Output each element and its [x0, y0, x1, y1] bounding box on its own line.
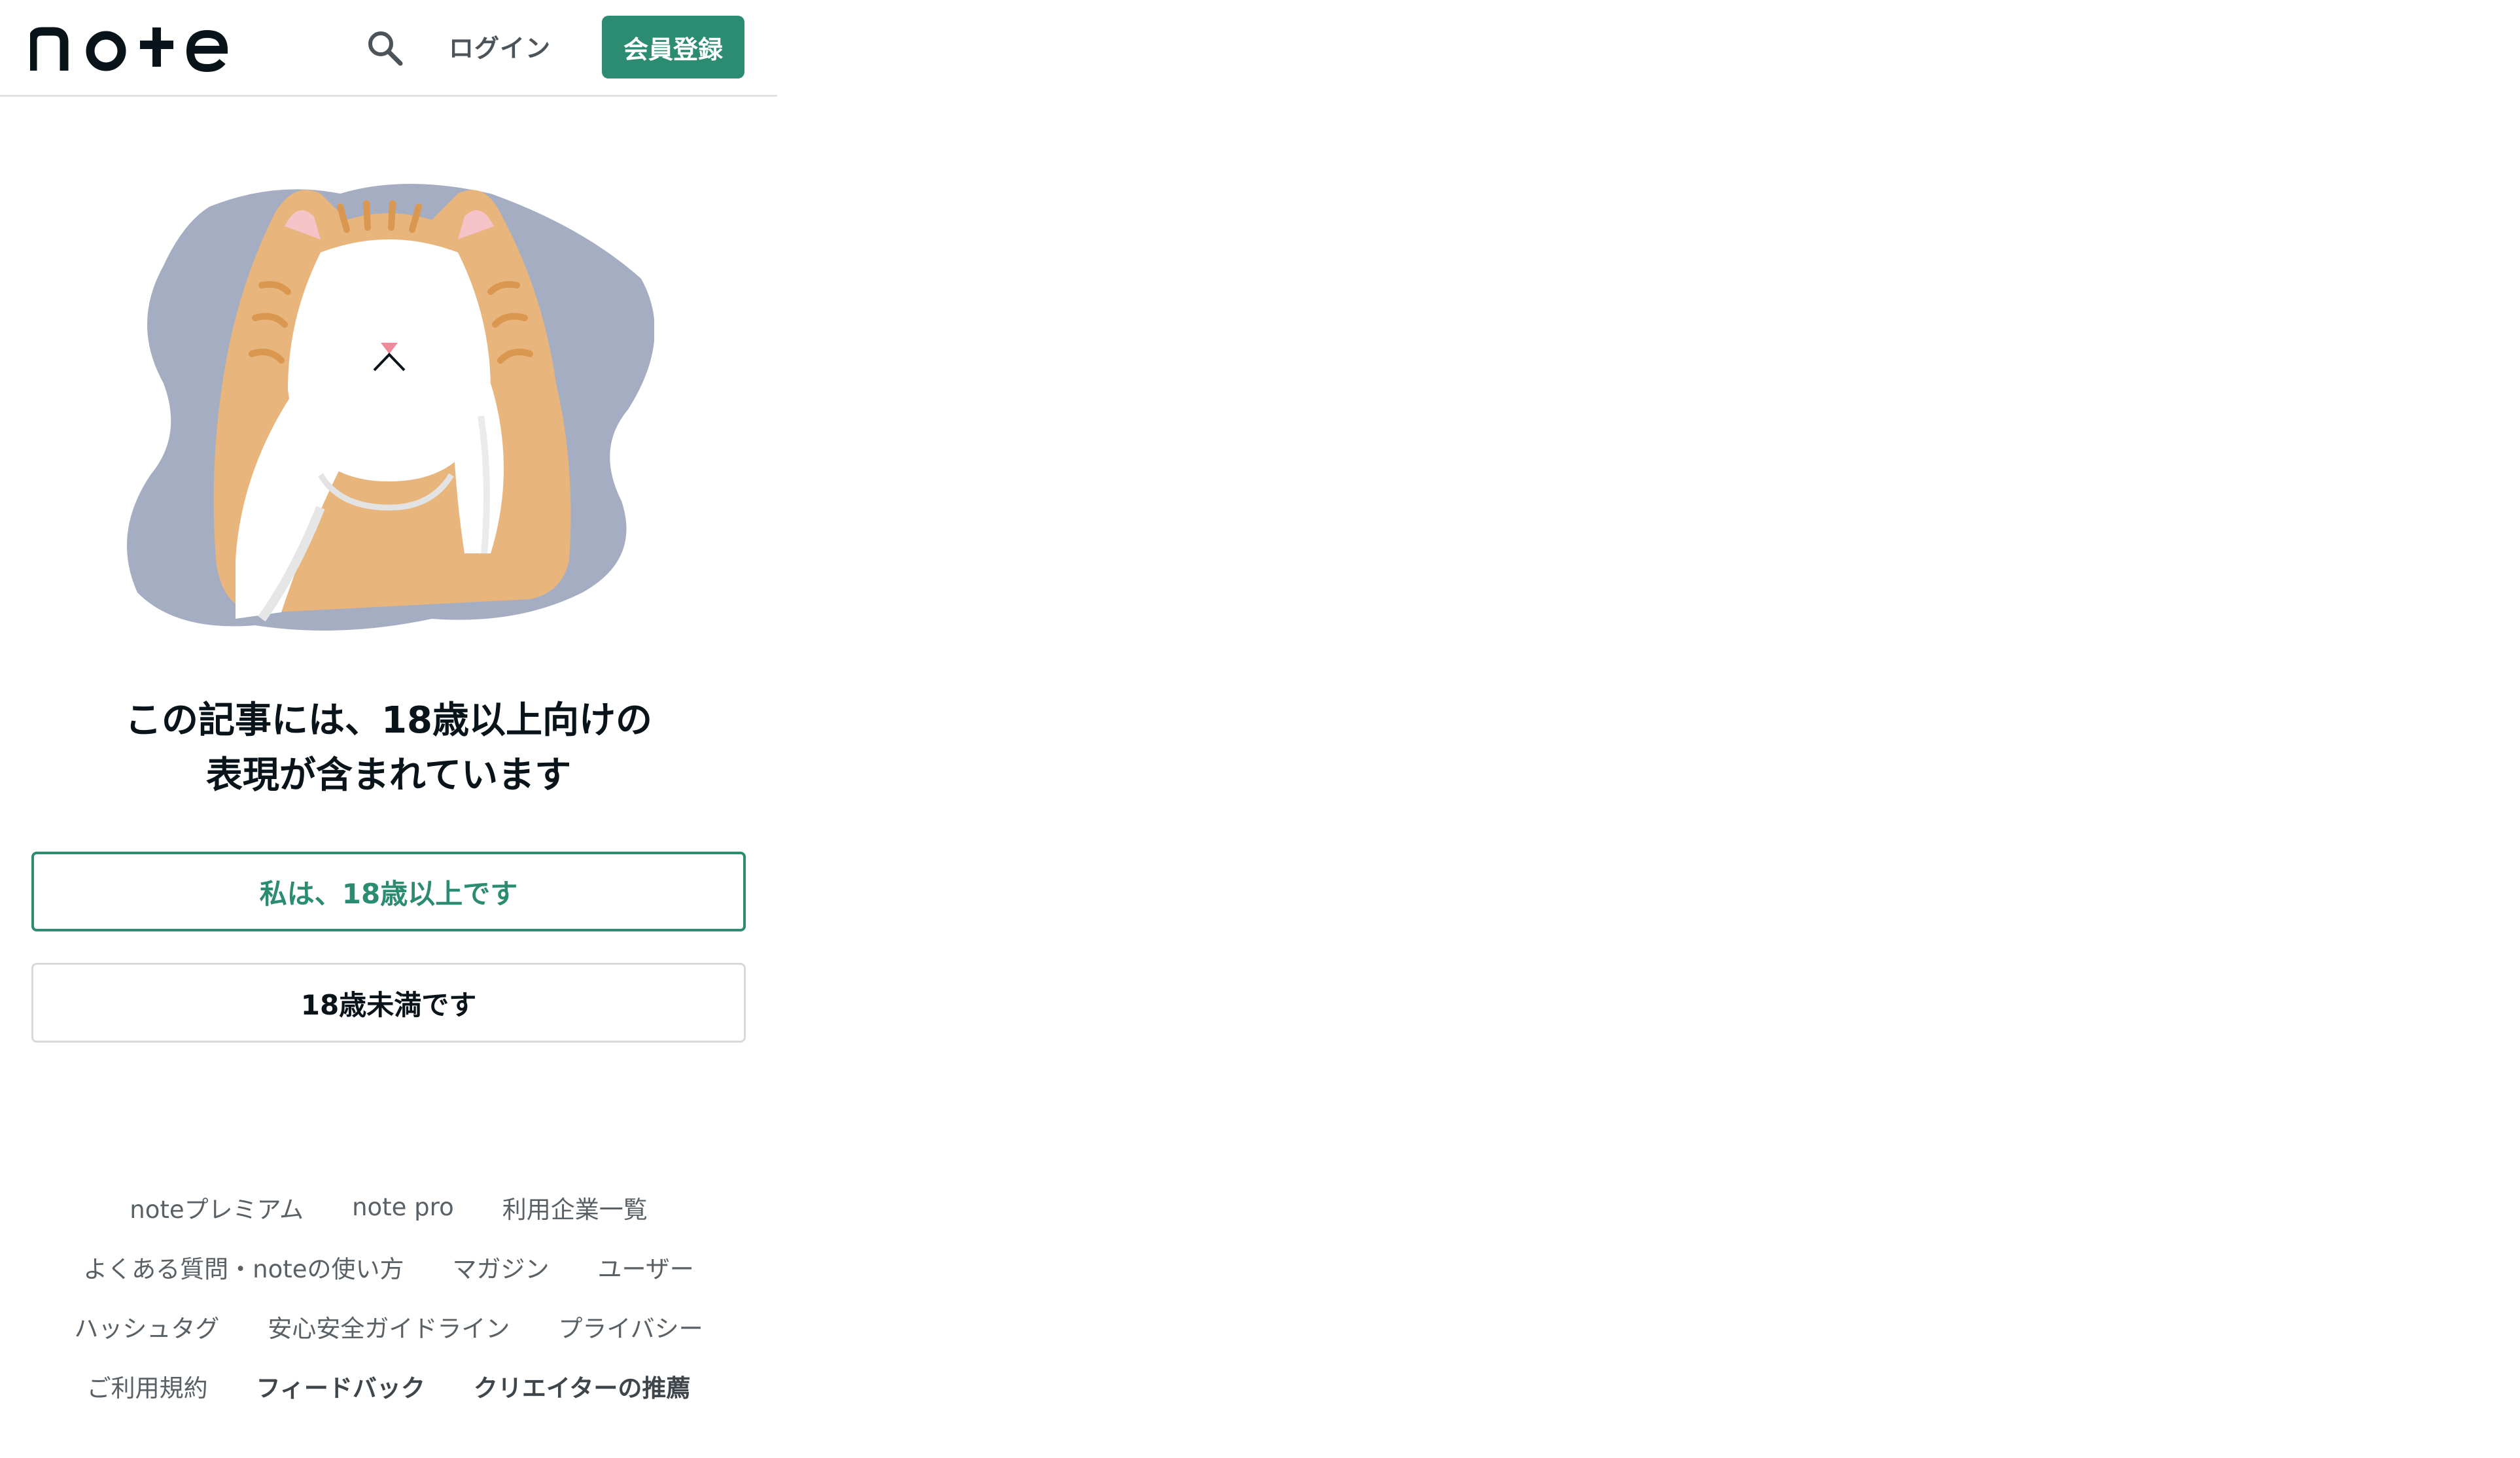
footer-link-note-premium[interactable]: noteプレミアム: [130, 1190, 304, 1225]
footer-link-magazine[interactable]: マガジン: [453, 1249, 550, 1285]
footer-row: ご利用規約 フィードバック クリエイターの推薦: [0, 1356, 777, 1415]
footer-link-creator-recommend[interactable]: クリエイターの推薦: [474, 1368, 691, 1404]
site-header: note ログイン 会員登録: [0, 0, 777, 97]
footer-link-users[interactable]: ユーザー: [598, 1249, 694, 1285]
footer-row: ハッシュタグ 安心安全ガイドライン プライバシー: [0, 1296, 777, 1356]
message-line-1: この記事には、18歳以上向けの: [125, 699, 652, 742]
footer-link-companies[interactable]: 利用企業一覧: [502, 1190, 648, 1225]
footer-row: よくある質問・noteの使い方 マガジン ユーザー: [0, 1237, 777, 1296]
footer-link-hashtag[interactable]: ハッシュタグ: [74, 1309, 219, 1344]
footer-link-privacy[interactable]: プライバシー: [558, 1309, 703, 1344]
confirm-adult-button[interactable]: 私は、18歳以上です: [31, 852, 746, 931]
footer-link-note-pro[interactable]: note pro: [352, 1193, 454, 1221]
note-logo[interactable]: note: [30, 21, 230, 73]
footer-link-safety-guidelines[interactable]: 安心安全ガイドライン: [268, 1309, 510, 1344]
message-line-2: 表現が含まれています: [205, 754, 572, 797]
footer-link-faq[interactable]: よくある質問・noteの使い方: [83, 1249, 404, 1285]
search-button[interactable]: [363, 26, 406, 69]
login-link[interactable]: ログイン: [449, 29, 551, 68]
age-warning-message: この記事には、18歳以上向けの 表現が含まれています: [0, 693, 777, 803]
under-18-button[interactable]: 18歳未満です: [31, 963, 746, 1043]
footer-links: noteプレミアム note pro 利用企業一覧 よくある質問・noteの使い…: [0, 1177, 777, 1415]
footer-link-terms[interactable]: ご利用規約: [87, 1368, 208, 1404]
search-icon: [368, 31, 403, 66]
footer-link-feedback[interactable]: フィードバック: [256, 1368, 425, 1404]
signup-button[interactable]: 会員登録: [602, 16, 744, 78]
cat-covering-eyes-illustration: [127, 184, 654, 631]
page-column: note ログイン 会員登録: [0, 0, 777, 1458]
footer-row: noteプレミアム note pro 利用企業一覧: [0, 1177, 777, 1237]
